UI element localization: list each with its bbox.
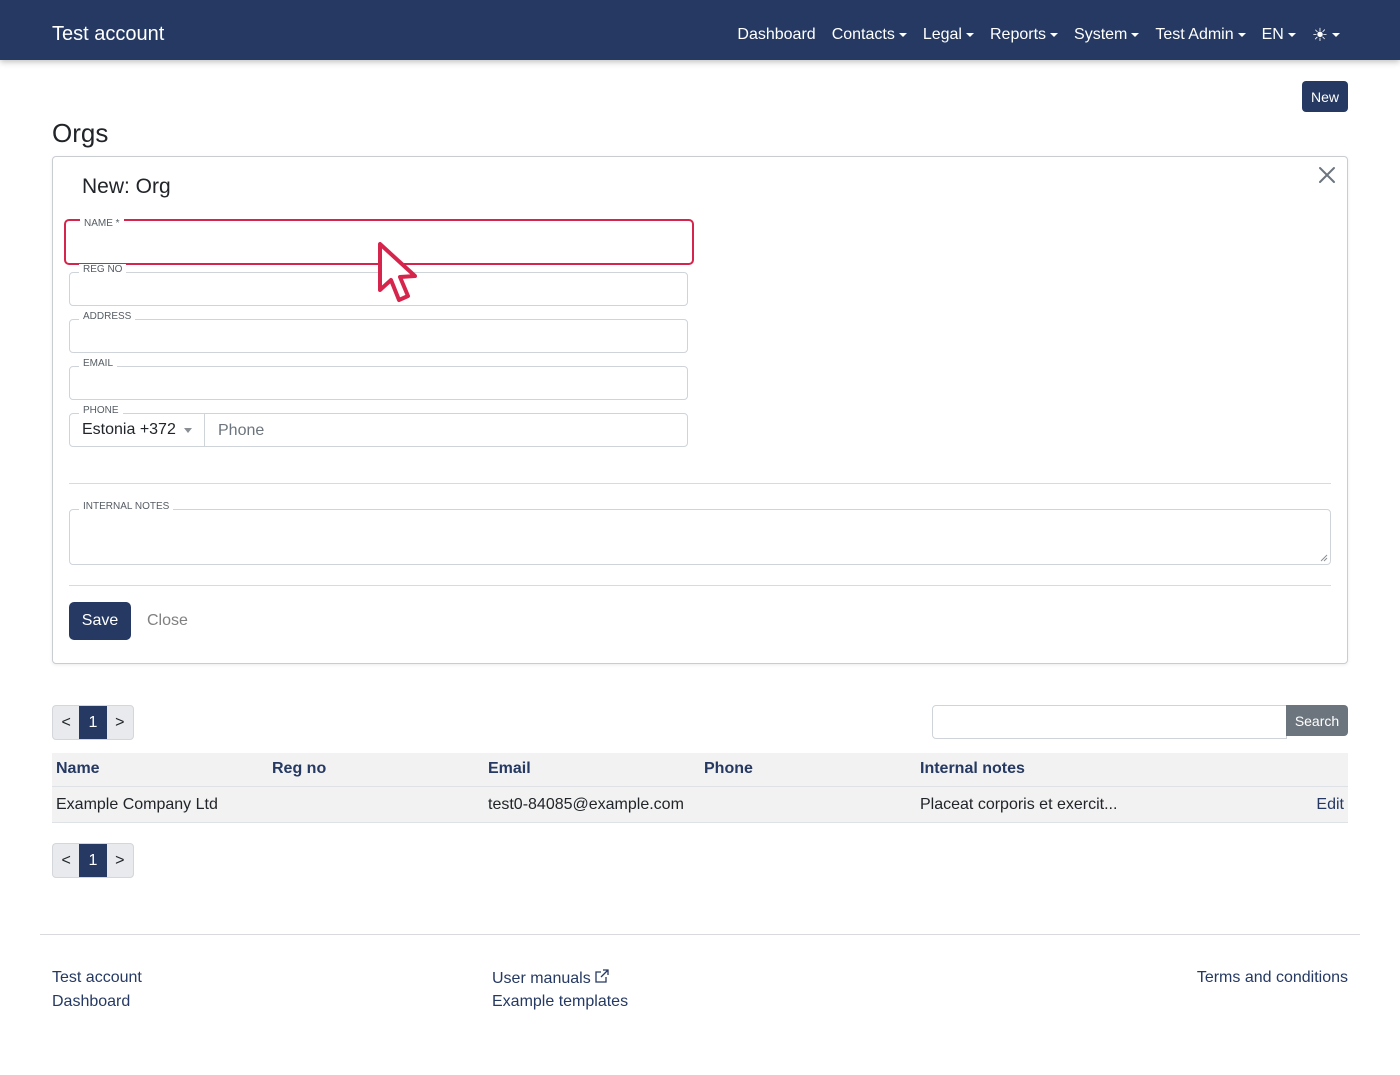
footer-divider (40, 934, 1360, 935)
pagination-next[interactable]: > (107, 706, 133, 739)
nav-legal-dropdown[interactable]: Legal (923, 24, 974, 46)
column-header-reg-no[interactable]: Reg no (272, 760, 326, 778)
nav-dashboard[interactable]: Dashboard (737, 24, 815, 46)
reg-no-label: REG NO (79, 264, 127, 276)
phone-label: PHONE (79, 405, 123, 417)
search-button[interactable]: Search (1286, 705, 1348, 736)
table-header: Name Reg no Email Phone Internal notes (52, 753, 1348, 786)
nav-reports-dropdown[interactable]: Reports (989, 24, 1059, 46)
cell-email: test0-84085@example.com (488, 796, 684, 813)
nav-dashboard-label: Dashboard (737, 26, 816, 43)
caret-down-icon (1287, 33, 1296, 37)
nav-language-dropdown[interactable]: EN (1262, 24, 1296, 46)
resize-grip-icon[interactable] (1320, 554, 1328, 562)
phone-country-select[interactable]: Estonia +372 (70, 414, 205, 446)
close-icon[interactable] (1315, 163, 1339, 187)
footer-link-test-account[interactable]: Test account (52, 968, 142, 988)
caret-down-icon (965, 33, 974, 37)
save-button[interactable]: Save (69, 602, 131, 640)
phone-field: PHONE Estonia +372 Phone (69, 405, 688, 447)
address-label: ADDRESS (79, 311, 136, 323)
new-org-form-card: New: Org NAME * REG NO ADDRESS EMAIL PHO… (52, 156, 1348, 664)
caret-down-icon (1237, 33, 1246, 37)
pagination-page-1[interactable]: 1 (79, 706, 107, 739)
close-button[interactable]: Close (147, 611, 188, 631)
nav-system-dropdown[interactable]: System (1074, 24, 1140, 46)
caret-down-icon (1332, 33, 1340, 37)
caret-down-icon (898, 33, 907, 37)
caret-down-icon (1131, 33, 1140, 37)
new-button[interactable]: New (1302, 81, 1348, 112)
phone-input[interactable]: Phone (218, 422, 264, 440)
sun-icon: ☀ (1311, 25, 1328, 45)
cell-internal-notes: Placeat corporis et exercit... (920, 796, 1118, 813)
divider (69, 585, 1331, 586)
search-input[interactable] (932, 705, 1287, 739)
pagination-top: < 1 > (52, 705, 134, 740)
mouse-cursor-icon (378, 242, 417, 302)
email-field[interactable]: EMAIL (69, 358, 688, 400)
edit-link[interactable]: Edit (1316, 796, 1344, 814)
pagination-prev[interactable]: < (53, 844, 79, 877)
nav-reports-label: Reports (989, 26, 1047, 43)
external-link-icon (595, 969, 609, 983)
name-label: NAME * (80, 218, 124, 230)
brand-link[interactable]: Test account (52, 22, 164, 46)
nav-legal-label: Legal (922, 26, 962, 43)
top-navbar: Test account Dashboard Contacts Legal Re… (0, 0, 1400, 60)
phone-country-value: Estonia +372 (82, 421, 176, 438)
nav-menu: Dashboard Contacts Legal Reports System … (737, 24, 1340, 46)
page-title: Orgs (52, 118, 109, 148)
cell-name: Example Company Ltd (56, 796, 218, 813)
internal-notes-textarea[interactable]: INTERNAL NOTES (69, 501, 1331, 565)
user-manuals-label: User manuals (492, 970, 591, 987)
orgs-table: Name Reg no Email Phone Internal notes E… (52, 753, 1348, 823)
nav-language-label: EN (1261, 26, 1284, 43)
nav-contacts-dropdown[interactable]: Contacts (832, 24, 907, 46)
nav-user-dropdown[interactable]: Test Admin (1155, 24, 1246, 46)
pagination-bottom: < 1 > (52, 843, 134, 878)
address-field[interactable]: ADDRESS (69, 311, 688, 353)
email-label: EMAIL (79, 358, 118, 370)
column-header-email[interactable]: Email (488, 760, 531, 778)
footer-link-example-templates[interactable]: Example templates (492, 992, 628, 1012)
footer-link-user-manuals[interactable]: User manuals (492, 968, 610, 989)
nav-user-label: Test Admin (1155, 26, 1234, 43)
column-header-phone[interactable]: Phone (704, 760, 753, 778)
pagination-page-1[interactable]: 1 (79, 844, 107, 877)
nav-theme-dropdown[interactable]: ☀ (1312, 24, 1340, 46)
column-header-internal-notes[interactable]: Internal notes (920, 760, 1025, 778)
table-row: Example Company Ltd test0-84085@example.… (52, 786, 1348, 823)
footer-link-dashboard[interactable]: Dashboard (52, 992, 130, 1012)
footer-link-terms[interactable]: Terms and conditions (1197, 968, 1348, 988)
caret-down-icon (183, 427, 192, 433)
nav-contacts-label: Contacts (831, 26, 895, 43)
caret-down-icon (1050, 33, 1059, 37)
pagination-next[interactable]: > (107, 844, 133, 877)
internal-notes-label: INTERNAL NOTES (79, 501, 174, 513)
nav-system-label: System (1074, 26, 1128, 43)
form-title: New: Org (82, 175, 171, 198)
column-header-name[interactable]: Name (56, 760, 100, 778)
divider (69, 483, 1331, 484)
pagination-prev[interactable]: < (53, 706, 79, 739)
